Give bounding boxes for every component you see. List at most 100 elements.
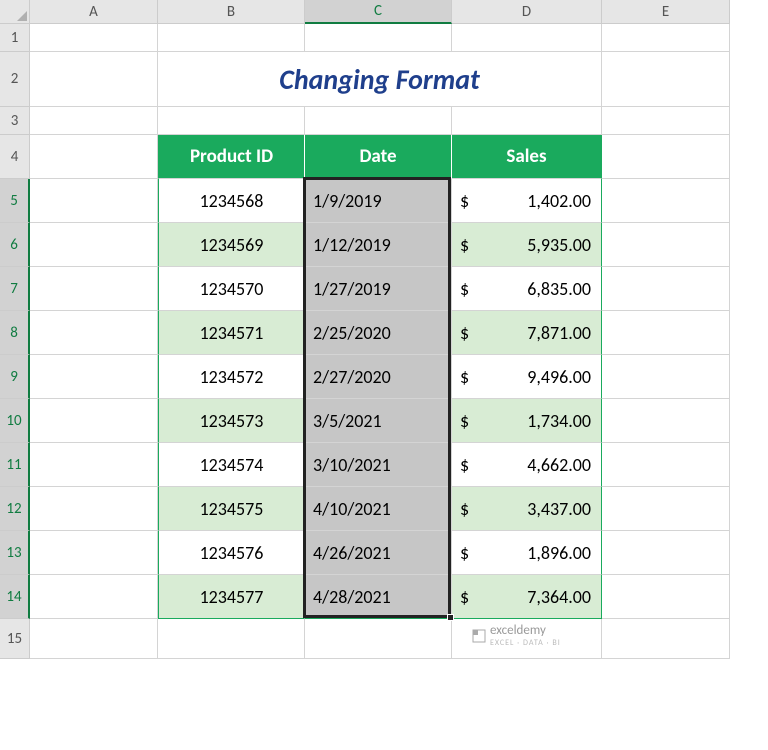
row-header-1[interactable]: 1 [0,24,30,52]
cell-date[interactable]: 4/26/2021 [305,531,452,575]
row-header-4[interactable]: 4 [0,135,30,179]
cell-sales[interactable]: $5,935.00 [452,223,602,267]
cell-D1[interactable] [452,24,602,52]
cell-E1[interactable] [602,24,730,52]
row-header-8[interactable]: 8 [0,311,30,355]
row-header-2[interactable]: 2 [0,52,30,107]
cell-A4[interactable] [30,135,158,179]
cell-product-id[interactable]: 1234577 [158,575,305,619]
cell-E13[interactable] [602,531,730,575]
row-header-15[interactable]: 15 [0,619,30,659]
cell-A10[interactable] [30,399,158,443]
table-header-sales[interactable]: Sales [452,135,602,179]
cell-E2[interactable] [602,52,730,107]
cell-product-id[interactable]: 1234571 [158,311,305,355]
cell-A13[interactable] [30,531,158,575]
col-header-e[interactable]: E [602,0,730,24]
row-header-13[interactable]: 13 [0,531,30,575]
cell-C3[interactable] [305,107,452,135]
cell-sales[interactable]: $1,402.00 [452,179,602,223]
cell-E12[interactable] [602,487,730,531]
cell-E7[interactable] [602,267,730,311]
cell-product-id[interactable]: 1234568 [158,179,305,223]
cell-B3[interactable] [158,107,305,135]
cell-B15[interactable] [158,619,305,659]
cell-A15[interactable] [30,619,158,659]
excel-cell-icon [472,629,486,643]
column-headers: ABCDE [30,0,730,24]
row-header-7[interactable]: 7 [0,267,30,311]
cell-product-id[interactable]: 1234573 [158,399,305,443]
cell-E4[interactable] [602,135,730,179]
row-header-3[interactable]: 3 [0,107,30,135]
cell-date[interactable]: 3/10/2021 [305,443,452,487]
cell-E10[interactable] [602,399,730,443]
cell-E15[interactable] [602,619,730,659]
cell-product-id[interactable]: 1234576 [158,531,305,575]
cells-area: Changing Format Product IDDateSales 123456… [30,24,730,659]
cell-E5[interactable] [602,179,730,223]
cell-A7[interactable] [30,267,158,311]
cell-A6[interactable] [30,223,158,267]
cell-E6[interactable] [602,223,730,267]
cell-E9[interactable] [602,355,730,399]
cell-sales[interactable]: $6,835.00 [452,267,602,311]
cell-date[interactable]: 3/5/2021 [305,399,452,443]
col-header-d[interactable]: D [452,0,602,24]
cell-sales[interactable]: $1,896.00 [452,531,602,575]
cell-date[interactable]: 1/9/2019 [305,179,452,223]
cell-product-id[interactable]: 1234569 [158,223,305,267]
watermark-tag: EXCEL · DATA · BI [490,638,561,648]
page-title[interactable]: Changing Format [158,52,602,107]
cell-C1[interactable] [305,24,452,52]
cell-E3[interactable] [602,107,730,135]
row-header-14[interactable]: 14 [0,575,30,619]
cell-A1[interactable] [30,24,158,52]
cell-C15[interactable] [305,619,452,659]
table-header-product[interactable]: Product ID [158,135,305,179]
cell-product-id[interactable]: 1234575 [158,487,305,531]
cell-date[interactable]: 1/12/2019 [305,223,452,267]
cell-E11[interactable] [602,443,730,487]
col-header-a[interactable]: A [30,0,158,24]
cell-D3[interactable] [452,107,602,135]
row-header-9[interactable]: 9 [0,355,30,399]
cell-product-id[interactable]: 1234570 [158,267,305,311]
row-header-10[interactable]: 10 [0,399,30,443]
cell-A3[interactable] [30,107,158,135]
cell-date[interactable]: 4/28/2021 [305,575,452,619]
cell-date[interactable]: 4/10/2021 [305,487,452,531]
corner-triangle-icon [17,11,27,21]
row-header-11[interactable]: 11 [0,443,30,487]
row-header-5[interactable]: 5 [0,179,30,223]
cell-A14[interactable] [30,575,158,619]
cell-B1[interactable] [158,24,305,52]
cell-sales[interactable]: $4,662.00 [452,443,602,487]
cell-A12[interactable] [30,487,158,531]
cell-sales[interactable]: $1,734.00 [452,399,602,443]
table-header-date[interactable]: Date [305,135,452,179]
cell-sales[interactable]: $9,496.00 [452,355,602,399]
cell-date[interactable]: 2/25/2020 [305,311,452,355]
cell-A9[interactable] [30,355,158,399]
cell-product-id[interactable]: 1234572 [158,355,305,399]
cell-sales[interactable]: $3,437.00 [452,487,602,531]
cell-sales[interactable]: $7,364.00 [452,575,602,619]
cell-sales[interactable]: $7,871.00 [452,311,602,355]
cell-date[interactable]: 1/27/2019 [305,267,452,311]
cell-A5[interactable] [30,179,158,223]
cell-E8[interactable] [602,311,730,355]
col-header-c[interactable]: C [305,0,452,24]
row-headers: 123456789101112131415 [0,24,30,659]
cell-E14[interactable] [602,575,730,619]
watermark: exceldemy EXCEL · DATA · BI [472,623,561,648]
cell-A11[interactable] [30,443,158,487]
cell-A8[interactable] [30,311,158,355]
col-header-b[interactable]: B [158,0,305,24]
cell-A2[interactable] [30,52,158,107]
select-all-corner[interactable] [0,0,30,24]
row-header-6[interactable]: 6 [0,223,30,267]
cell-product-id[interactable]: 1234574 [158,443,305,487]
row-header-12[interactable]: 12 [0,487,30,531]
cell-date[interactable]: 2/27/2020 [305,355,452,399]
